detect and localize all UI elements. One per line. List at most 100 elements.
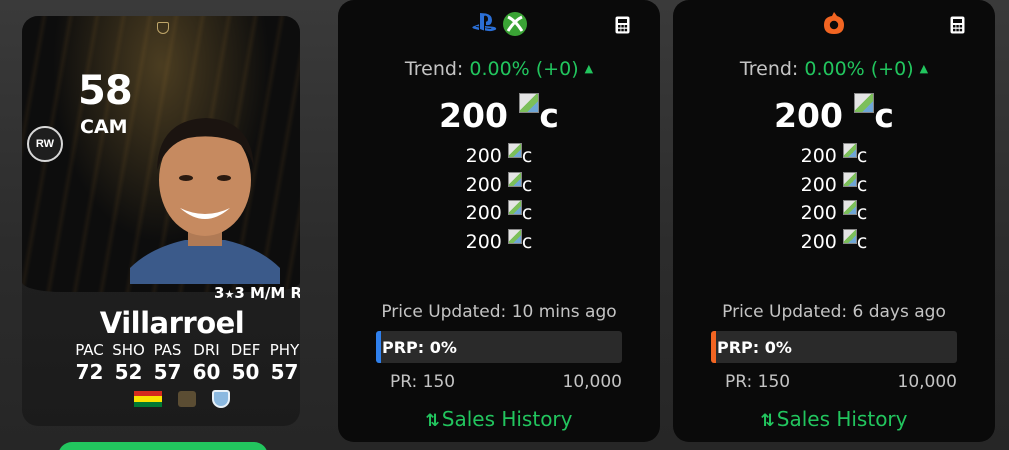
broken-image-icon <box>854 93 875 113</box>
price-updated-text: Price Updated: 10 mins ago <box>381 302 617 322</box>
prp-label: PRP: 0% <box>382 338 457 357</box>
player-name: Villarroel <box>99 306 245 340</box>
price-range-min: PR: 150 <box>390 372 456 392</box>
coin-alt-text: c <box>521 173 533 196</box>
sort-arrows-icon: ⇅ <box>425 411 440 431</box>
origin-icon <box>824 12 844 34</box>
alt-price-value: 200 <box>465 173 502 196</box>
broken-image-icon <box>519 93 540 113</box>
price-trend: Trend: 0.00% (+0) ▲ <box>673 58 995 80</box>
coin-icon: c <box>842 228 868 257</box>
coin-icon: c <box>507 228 533 257</box>
coin-icon: c <box>842 199 867 228</box>
trend-up-icon: ▲ <box>584 62 594 75</box>
flag-stripe <box>134 401 162 407</box>
list-item: 200 c <box>338 199 660 228</box>
coin-icon: c <box>854 93 894 135</box>
stat-label: DRI <box>193 341 220 359</box>
skills-info: 3★3 M/M R <box>214 284 300 302</box>
price-range-min: PR: 150 <box>725 372 791 392</box>
platform-icons <box>673 11 995 37</box>
main-price-value: 200 <box>774 96 843 135</box>
stat-labels: PAC SHO PAS DRI DEF PHY <box>70 341 300 359</box>
list-item: 200 c <box>673 142 995 171</box>
sales-history-label: Sales History <box>441 407 573 431</box>
playstation-icon <box>472 13 497 32</box>
alt-price-value: 200 <box>465 230 502 253</box>
star-icon: ★ <box>224 288 235 301</box>
weak-foot-workrates: 3 M/M R <box>234 284 300 302</box>
coin-alt-text: c <box>874 96 894 135</box>
alt-position-badge[interactable]: RW <box>27 126 63 162</box>
alt-price-list: 200 c 200 c 200 c 200 c <box>338 142 660 256</box>
alt-price-value: 200 <box>800 230 837 253</box>
stat-label: SHO <box>112 341 145 359</box>
player-card[interactable]: 58 CAM RW 3★3 M/M R Villarroel PAC SHO P… <box>22 16 300 426</box>
stat-label: DEF <box>230 341 261 359</box>
alt-price-value: 200 <box>465 145 502 167</box>
list-item: 200 c <box>338 228 660 257</box>
price-range: PR: 150 10,000 <box>390 372 622 392</box>
prp-label: PRP: 0% <box>717 338 792 357</box>
sales-history-link[interactable]: ⇅ Sales History <box>338 407 660 431</box>
main-price: 200 c <box>338 93 660 135</box>
club-badge-icon <box>212 390 230 408</box>
nation-flag-icon <box>134 391 162 407</box>
stat-label: PHY <box>269 341 300 359</box>
trend-value: 0.00% (+0) <box>469 58 579 80</box>
prp-fill <box>711 331 716 363</box>
stat-value: 57 <box>153 360 182 384</box>
broken-image-icon <box>507 143 522 158</box>
prp-progress-bar: PRP: 0% <box>711 331 957 363</box>
trend-up-icon: ▲ <box>919 62 929 75</box>
console-price-panel: Trend: 0.00% (+0) ▲ 200 c 200 c 200 c 200… <box>338 0 660 442</box>
coin-alt-text: c <box>521 145 533 167</box>
stat-values: 72 52 57 60 50 57 <box>70 360 300 384</box>
coin-icon: c <box>507 142 533 171</box>
broken-image-icon <box>842 143 857 158</box>
trend-value: 0.00% (+0) <box>804 58 914 80</box>
stat-label: PAS <box>153 341 182 359</box>
sales-history-link[interactable]: ⇅ Sales History <box>673 407 995 431</box>
stat-value: 57 <box>270 360 299 384</box>
prp-fill <box>376 331 381 363</box>
stat-value: 52 <box>114 360 143 384</box>
skill-moves: 3 <box>214 284 225 302</box>
trend-label: Trend: <box>404 58 464 80</box>
price-range-max: 10,000 <box>562 372 622 392</box>
coin-icon: c <box>507 171 533 200</box>
broken-image-icon <box>842 200 857 215</box>
coin-icon: c <box>507 199 533 228</box>
coin-alt-text: c <box>521 202 533 224</box>
player-portrait <box>130 118 280 284</box>
broken-image-icon <box>842 228 857 244</box>
primary-action-button[interactable] <box>58 442 268 450</box>
alt-price-value: 200 <box>800 173 837 196</box>
coin-icon: c <box>842 171 867 200</box>
coin-alt-text: c <box>856 145 868 167</box>
list-item: 200 c <box>673 199 995 228</box>
stat-value: 72 <box>75 360 104 384</box>
list-item: 200 c <box>338 171 660 200</box>
broken-image-icon <box>507 200 522 215</box>
coin-alt-text: c <box>856 230 868 253</box>
price-trend: Trend: 0.00% (+0) ▲ <box>338 58 660 80</box>
player-rating: 58 <box>78 68 133 114</box>
price-updated-text: Price Updated: 6 days ago <box>722 302 946 322</box>
sales-history-label: Sales History <box>776 407 908 431</box>
xbox-icon <box>503 12 527 36</box>
broken-image-icon <box>507 171 522 187</box>
main-price: 200 c <box>673 93 995 135</box>
platform-icons <box>338 11 660 37</box>
calculator-icon[interactable] <box>950 16 965 34</box>
prp-progress-bar: PRP: 0% <box>376 331 622 363</box>
alt-price-value: 200 <box>465 202 502 224</box>
list-item: 200 c <box>673 171 995 200</box>
calculator-icon[interactable] <box>615 16 630 34</box>
list-item: 200 c <box>338 142 660 171</box>
alt-price-list: 200 c 200 c 200 c 200 c <box>673 142 995 256</box>
coin-icon: c <box>842 142 868 171</box>
coin-alt-text: c <box>521 230 533 253</box>
price-range: PR: 150 10,000 <box>725 372 957 392</box>
league-badge-icon <box>178 391 196 407</box>
